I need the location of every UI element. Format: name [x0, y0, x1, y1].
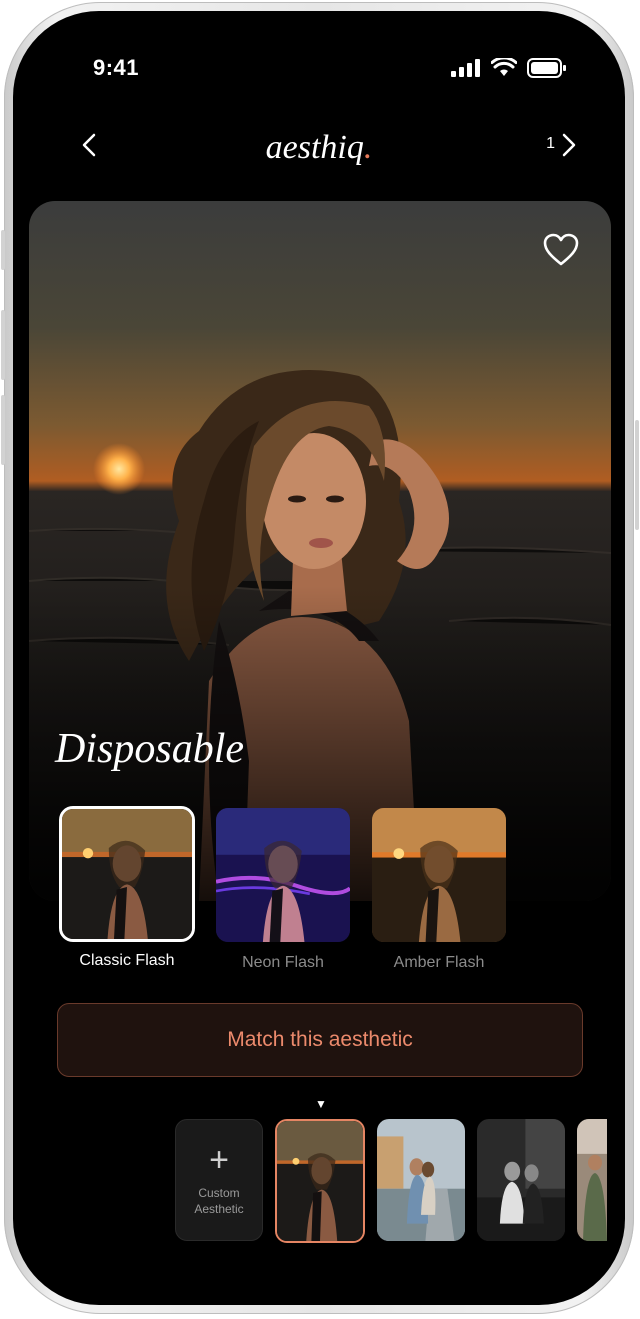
- hero-photo: Disposable: [29, 201, 611, 901]
- filter-label: Amber Flash: [393, 954, 485, 971]
- aesthetic-thumbnail[interactable]: [577, 1119, 607, 1241]
- wifi-icon: [491, 58, 517, 76]
- custom-label-line1: Custom: [198, 1186, 240, 1200]
- filter-amber-flash[interactable]: Amber Flash: [371, 806, 507, 972]
- aesthetic-thumbnail[interactable]: [275, 1119, 365, 1243]
- aesthetic-thumbnail[interactable]: [377, 1119, 465, 1241]
- hero-image: [29, 201, 611, 901]
- filter-options: Classic Flash Neon Flash Amber Flash: [59, 806, 507, 972]
- filter-thumbnail: [370, 806, 508, 944]
- signal-icon: [451, 59, 480, 77]
- match-aesthetic-button[interactable]: Match this aesthetic: [57, 1003, 583, 1077]
- filter-classic-flash[interactable]: Classic Flash: [59, 806, 195, 972]
- app-logo: aesthiq.: [13, 129, 625, 167]
- logo-text: aesthiq: [265, 129, 364, 166]
- aesthetic-strip: + Custom Aesthetic: [175, 1119, 607, 1243]
- phone-screen: 9:41 aesthiq. 1 Disposable Classic Flash…: [13, 11, 625, 1305]
- page-count: 1: [546, 135, 555, 152]
- custom-aesthetic-label: Custom Aesthetic: [194, 1185, 243, 1217]
- side-button: [1, 395, 5, 465]
- status-time: 9:41: [93, 55, 140, 80]
- filter-neon-flash[interactable]: Neon Flash: [215, 806, 351, 972]
- selected-indicator-icon: ▼: [315, 1097, 327, 1111]
- plus-icon: +: [209, 1141, 229, 1179]
- side-button: [1, 230, 5, 270]
- side-button: [1, 310, 5, 380]
- battery-icon: [527, 58, 566, 78]
- custom-label-line2: Aesthetic: [194, 1202, 244, 1216]
- chevron-right-icon: [562, 133, 576, 157]
- side-button: [635, 420, 639, 530]
- custom-aesthetic-button[interactable]: + Custom Aesthetic: [175, 1119, 263, 1241]
- filter-thumbnail: [214, 806, 352, 944]
- logo-dot: .: [363, 129, 373, 166]
- status-icons: [451, 58, 567, 78]
- aesthetic-title: Disposable: [55, 726, 244, 772]
- filter-label: Neon Flash: [242, 954, 324, 971]
- favorite-button[interactable]: [543, 233, 579, 267]
- filter-label: Classic Flash: [79, 952, 175, 969]
- heart-icon: [543, 233, 579, 266]
- next-button[interactable]: [557, 129, 581, 161]
- aesthetic-thumbnail[interactable]: [477, 1119, 565, 1241]
- filter-thumbnail: [59, 806, 195, 942]
